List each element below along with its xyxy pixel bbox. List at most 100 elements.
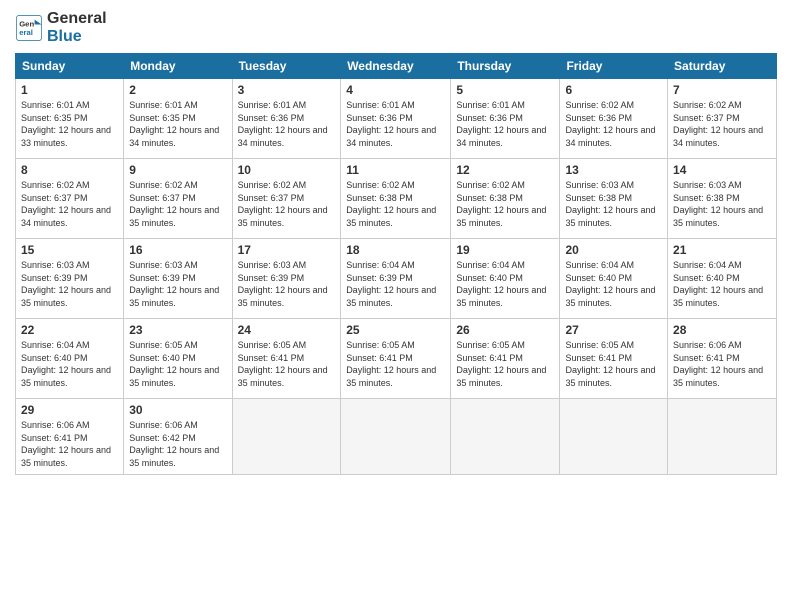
- day-info: Sunrise: 6:03 AMSunset: 6:39 PMDaylight:…: [238, 260, 328, 308]
- svg-text:eral: eral: [19, 28, 33, 37]
- calendar-week-5: 29Sunrise: 6:06 AMSunset: 6:41 PMDayligh…: [16, 399, 777, 474]
- day-number: 25: [346, 323, 445, 337]
- day-cell-24: 24Sunrise: 6:05 AMSunset: 6:41 PMDayligh…: [232, 319, 341, 399]
- page: Gen eral General Blue SundayMondayTuesda…: [0, 0, 792, 612]
- day-info: Sunrise: 6:04 AMSunset: 6:40 PMDaylight:…: [456, 260, 546, 308]
- calendar-week-2: 8Sunrise: 6:02 AMSunset: 6:37 PMDaylight…: [16, 159, 777, 239]
- day-cell-10: 10 Sunrise: 6:02 AMSunset: 6:37 PMDayligh…: [232, 159, 341, 239]
- day-cell-23: 23 Sunrise: 6:05 AMSunset: 6:40 PMDayligh…: [124, 319, 232, 399]
- day-number: 16: [129, 243, 226, 257]
- day-number: 4: [346, 83, 445, 97]
- day-info: Sunrise: 6:03 AMSunset: 6:39 PMDaylight:…: [21, 260, 111, 308]
- weekday-header-sunday: Sunday: [16, 54, 124, 79]
- day-number: 7: [673, 83, 771, 97]
- day-info: Sunrise: 6:02 AMSunset: 6:36 PMDaylight:…: [565, 100, 655, 148]
- day-number: 11: [346, 163, 445, 177]
- day-cell-14: 14Sunrise: 6:03 AMSunset: 6:38 PMDayligh…: [668, 159, 777, 239]
- day-info: Sunrise: 6:05 AMSunset: 6:41 PMDaylight:…: [565, 340, 655, 388]
- day-info: Sunrise: 6:06 AMSunset: 6:41 PMDaylight:…: [673, 340, 763, 388]
- weekday-header-thursday: Thursday: [451, 54, 560, 79]
- day-cell-6: 6 Sunrise: 6:02 AMSunset: 6:36 PMDaylight…: [560, 79, 668, 159]
- day-number: 22: [21, 323, 118, 337]
- day-cell-11: 11 Sunrise: 6:02 AMSunset: 6:38 PMDayligh…: [341, 159, 451, 239]
- day-cell-20: 20 Sunrise: 6:04 AMSunset: 6:40 PMDayligh…: [560, 239, 668, 319]
- day-info: Sunrise: 6:01 AMSunset: 6:35 PMDaylight:…: [21, 100, 111, 148]
- day-info: Sunrise: 6:04 AMSunset: 6:39 PMDaylight:…: [346, 260, 436, 308]
- weekday-header-monday: Monday: [124, 54, 232, 79]
- day-info: Sunrise: 6:01 AMSunset: 6:36 PMDaylight:…: [346, 100, 436, 148]
- day-cell-22: 22 Sunrise: 6:04 AMSunset: 6:40 PMDayligh…: [16, 319, 124, 399]
- day-info: Sunrise: 6:03 AMSunset: 6:39 PMDaylight:…: [129, 260, 219, 308]
- day-cell-5: 5 Sunrise: 6:01 AMSunset: 6:36 PMDaylight…: [451, 79, 560, 159]
- day-number: 9: [129, 163, 226, 177]
- calendar-week-4: 22 Sunrise: 6:04 AMSunset: 6:40 PMDayligh…: [16, 319, 777, 399]
- day-info: Sunrise: 6:06 AMSunset: 6:42 PMDaylight:…: [129, 420, 219, 468]
- day-number: 26: [456, 323, 554, 337]
- day-number: 17: [238, 243, 336, 257]
- day-info: Sunrise: 6:02 AMSunset: 6:37 PMDaylight:…: [21, 180, 111, 228]
- day-cell-29: 29Sunrise: 6:06 AMSunset: 6:41 PMDayligh…: [16, 399, 124, 474]
- empty-cell: [668, 399, 777, 474]
- day-number: 13: [565, 163, 662, 177]
- day-number: 27: [565, 323, 662, 337]
- day-cell-7: 7 Sunrise: 6:02 AMSunset: 6:37 PMDaylight…: [668, 79, 777, 159]
- day-number: 6: [565, 83, 662, 97]
- day-info: Sunrise: 6:04 AMSunset: 6:40 PMDaylight:…: [21, 340, 111, 388]
- day-info: Sunrise: 6:04 AMSunset: 6:40 PMDaylight:…: [565, 260, 655, 308]
- day-info: Sunrise: 6:02 AMSunset: 6:37 PMDaylight:…: [238, 180, 328, 228]
- day-info: Sunrise: 6:02 AMSunset: 6:37 PMDaylight:…: [673, 100, 763, 148]
- empty-cell: [341, 399, 451, 474]
- day-number: 5: [456, 83, 554, 97]
- calendar-week-3: 15 Sunrise: 6:03 AMSunset: 6:39 PMDayligh…: [16, 239, 777, 319]
- day-number: 15: [21, 243, 118, 257]
- day-info: Sunrise: 6:02 AMSunset: 6:38 PMDaylight:…: [346, 180, 436, 228]
- day-info: Sunrise: 6:05 AMSunset: 6:40 PMDaylight:…: [129, 340, 219, 388]
- day-number: 24: [238, 323, 336, 337]
- day-number: 1: [21, 83, 118, 97]
- day-cell-8: 8Sunrise: 6:02 AMSunset: 6:37 PMDaylight…: [16, 159, 124, 239]
- day-number: 29: [21, 403, 118, 417]
- day-cell-16: 16 Sunrise: 6:03 AMSunset: 6:39 PMDayligh…: [124, 239, 232, 319]
- day-cell-19: 19Sunrise: 6:04 AMSunset: 6:40 PMDayligh…: [451, 239, 560, 319]
- day-info: Sunrise: 6:04 AMSunset: 6:40 PMDaylight:…: [673, 260, 763, 308]
- day-cell-13: 13 Sunrise: 6:03 AMSunset: 6:38 PMDayligh…: [560, 159, 668, 239]
- day-number: 10: [238, 163, 336, 177]
- day-number: 20: [565, 243, 662, 257]
- day-number: 18: [346, 243, 445, 257]
- logo-blue: Blue: [47, 28, 107, 46]
- day-cell-25: 25 Sunrise: 6:05 AMSunset: 6:41 PMDayligh…: [341, 319, 451, 399]
- day-number: 2: [129, 83, 226, 97]
- day-cell-15: 15 Sunrise: 6:03 AMSunset: 6:39 PMDayligh…: [16, 239, 124, 319]
- empty-cell: [451, 399, 560, 474]
- day-cell-28: 28 Sunrise: 6:06 AMSunset: 6:41 PMDayligh…: [668, 319, 777, 399]
- empty-cell: [560, 399, 668, 474]
- logo-icon: Gen eral: [15, 14, 43, 42]
- day-number: 28: [673, 323, 771, 337]
- day-info: Sunrise: 6:02 AMSunset: 6:38 PMDaylight:…: [456, 180, 546, 228]
- logo: Gen eral General Blue: [15, 10, 107, 45]
- day-number: 3: [238, 83, 336, 97]
- day-cell-21: 21Sunrise: 6:04 AMSunset: 6:40 PMDayligh…: [668, 239, 777, 319]
- day-cell-1: 1 Sunrise: 6:01 AMSunset: 6:35 PMDaylight…: [16, 79, 124, 159]
- day-cell-12: 12 Sunrise: 6:02 AMSunset: 6:38 PMDayligh…: [451, 159, 560, 239]
- day-cell-3: 3Sunrise: 6:01 AMSunset: 6:36 PMDaylight…: [232, 79, 341, 159]
- day-cell-17: 17 Sunrise: 6:03 AMSunset: 6:39 PMDayligh…: [232, 239, 341, 319]
- day-number: 23: [129, 323, 226, 337]
- day-info: Sunrise: 6:01 AMSunset: 6:35 PMDaylight:…: [129, 100, 219, 148]
- day-cell-18: 18 Sunrise: 6:04 AMSunset: 6:39 PMDayligh…: [341, 239, 451, 319]
- day-info: Sunrise: 6:05 AMSunset: 6:41 PMDaylight:…: [346, 340, 436, 388]
- day-number: 14: [673, 163, 771, 177]
- day-cell-27: 27 Sunrise: 6:05 AMSunset: 6:41 PMDayligh…: [560, 319, 668, 399]
- day-number: 12: [456, 163, 554, 177]
- weekday-header-wednesday: Wednesday: [341, 54, 451, 79]
- day-info: Sunrise: 6:03 AMSunset: 6:38 PMDaylight:…: [565, 180, 655, 228]
- day-number: 30: [129, 403, 226, 417]
- day-info: Sunrise: 6:01 AMSunset: 6:36 PMDaylight:…: [456, 100, 546, 148]
- day-cell-2: 2 Sunrise: 6:01 AMSunset: 6:35 PMDaylight…: [124, 79, 232, 159]
- calendar-table: SundayMondayTuesdayWednesdayThursdayFrid…: [15, 53, 777, 474]
- logo-general: General: [47, 10, 107, 28]
- weekday-header-friday: Friday: [560, 54, 668, 79]
- day-info: Sunrise: 6:02 AMSunset: 6:37 PMDaylight:…: [129, 180, 219, 228]
- day-cell-4: 4 Sunrise: 6:01 AMSunset: 6:36 PMDaylight…: [341, 79, 451, 159]
- header: Gen eral General Blue: [15, 10, 777, 45]
